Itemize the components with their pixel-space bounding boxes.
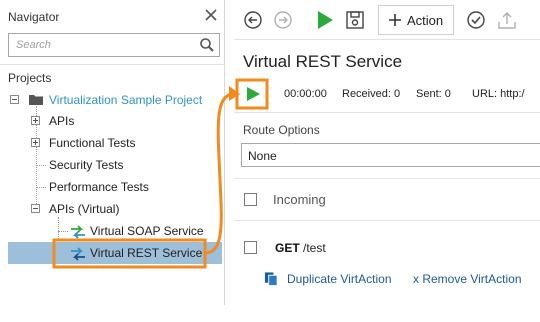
get-action-checkbox[interactable] <box>244 241 257 254</box>
incoming-label: Incoming <box>273 192 326 207</box>
remove-virtaction-link[interactable]: x Remove VirtAction <box>413 272 522 286</box>
collapse-icon[interactable] <box>10 95 19 104</box>
divider <box>234 178 540 179</box>
tree-item-label: Virtual SOAP Service <box>90 224 204 238</box>
navigator-title: Navigator <box>8 10 60 24</box>
divider <box>234 112 540 113</box>
page-title: Virtual REST Service <box>243 52 403 71</box>
upload-icon[interactable] <box>496 9 518 31</box>
route-options-value: None <box>248 149 277 163</box>
run-status-bar: 00:00:00 Received: 0 Sent: 0 URL: http:/ <box>234 78 540 110</box>
sent-count: Sent: 0 <box>416 88 451 100</box>
virtual-service-icon <box>71 247 85 261</box>
search-icon[interactable] <box>199 37 215 53</box>
tree-line <box>36 187 46 188</box>
tree-item-security-tests[interactable]: Security Tests <box>49 154 123 176</box>
duplicate-label: Duplicate VirtAction <box>287 272 392 286</box>
plus-icon <box>389 14 401 26</box>
tree-item-project[interactable]: Virtualization Sample Project <box>10 89 222 111</box>
tree-line <box>58 231 68 232</box>
run-icon[interactable] <box>314 9 336 31</box>
navigator-panel: Navigator Search Projects Virtualization… <box>0 0 225 305</box>
virtual-service-icon <box>71 225 85 239</box>
add-action-button[interactable]: Action <box>378 5 454 35</box>
received-count: Received: 0 <box>342 88 401 100</box>
projects-label: Projects <box>8 71 52 85</box>
tree-item-performance-tests[interactable]: Performance Tests <box>49 176 149 198</box>
tree-item-label: APIs <box>49 114 75 128</box>
action-button-label: Action <box>407 13 444 28</box>
tree-item-label: Virtualization Sample Project <box>49 93 203 107</box>
route-options-label: Route Options <box>243 123 320 137</box>
tree-item-label: APIs (Virtual) <box>49 202 120 216</box>
back-icon[interactable] <box>242 9 264 31</box>
route-options-select[interactable]: None <box>241 143 540 167</box>
collapse-icon[interactable] <box>31 204 40 213</box>
expand-icon[interactable] <box>31 116 40 125</box>
http-method: GET <box>275 241 300 255</box>
run-time: 00:00:00 <box>284 88 327 100</box>
folder-icon <box>29 95 43 105</box>
check-icon[interactable] <box>465 9 487 31</box>
tree-line <box>36 165 46 166</box>
navigator-header: Navigator <box>0 0 225 32</box>
run-button[interactable] <box>238 81 266 107</box>
divider <box>234 220 540 221</box>
editor-toolbar: Action <box>234 0 540 40</box>
play-icon <box>247 87 260 101</box>
navigator-divider <box>0 64 225 65</box>
duplicate-virtaction-link[interactable]: Duplicate VirtAction <box>264 270 404 288</box>
expand-icon[interactable] <box>31 138 40 147</box>
service-url: URL: http:/ <box>472 88 525 100</box>
close-icon[interactable] <box>204 8 218 22</box>
forward-icon[interactable] <box>272 9 294 31</box>
incoming-checkbox[interactable] <box>244 193 257 206</box>
search-input[interactable]: Search <box>8 33 220 57</box>
tree-item-label: Functional Tests <box>49 136 136 150</box>
action-path: /test <box>303 241 326 255</box>
tree-item-label: Virtual REST Service <box>90 246 203 260</box>
save-icon[interactable] <box>344 9 366 31</box>
search-placeholder: Search <box>16 39 51 51</box>
tree-item-label: Performance Tests <box>49 180 149 194</box>
tree-item-label: Security Tests <box>49 158 124 172</box>
duplicate-icon <box>264 272 278 287</box>
